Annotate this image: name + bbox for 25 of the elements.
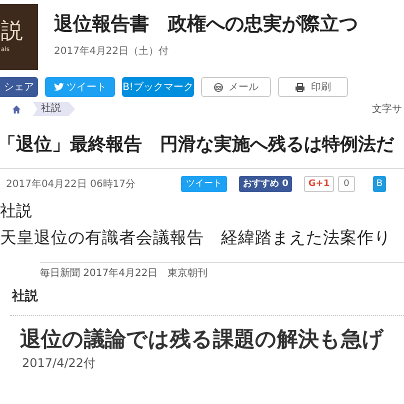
home-icon[interactable]	[12, 104, 21, 114]
print-button[interactable]: 印刷	[278, 77, 348, 97]
category-label: 社説	[0, 201, 32, 221]
source-label: 毎日新聞 2017年4月22日 東京朝刊	[40, 266, 209, 281]
share-count: 0	[338, 176, 356, 192]
envelope-icon	[214, 82, 222, 92]
article-title: 天皇退位の有識者会議報告 経緯踏まえた法案作り	[0, 227, 391, 249]
category-label: 社説	[12, 288, 38, 306]
article-date: 2017年4月22日（土）付	[54, 44, 170, 59]
recommend-button[interactable]: おすすめ 0	[239, 176, 292, 192]
article-date: 2017/4/22付	[22, 354, 96, 372]
logo-mark: 説	[1, 21, 24, 43]
font-size-label: 文字サ	[372, 102, 402, 116]
bird-icon	[54, 82, 64, 92]
mail-button[interactable]: メール	[201, 77, 271, 97]
plus-one-button[interactable]: G+1	[304, 176, 334, 192]
bookmark-button[interactable]: B	[373, 176, 386, 192]
article-title: 退位の議論では残る課題の解決も急げ	[20, 326, 384, 352]
breadcrumb-link[interactable]: 社説	[33, 102, 75, 116]
share-button[interactable]: シェア	[0, 77, 38, 97]
bookmark-button[interactable]: B!ブックマーク	[122, 77, 194, 97]
article-date: 2017年04月22日 06時17分	[6, 178, 137, 192]
article-title: 退位報告書 政権への忠実が際立つ	[54, 12, 358, 36]
printer-icon	[295, 82, 305, 92]
article-title: 「退位」最終報告 円滑な実施へ残るは特例法だ	[0, 134, 396, 156]
